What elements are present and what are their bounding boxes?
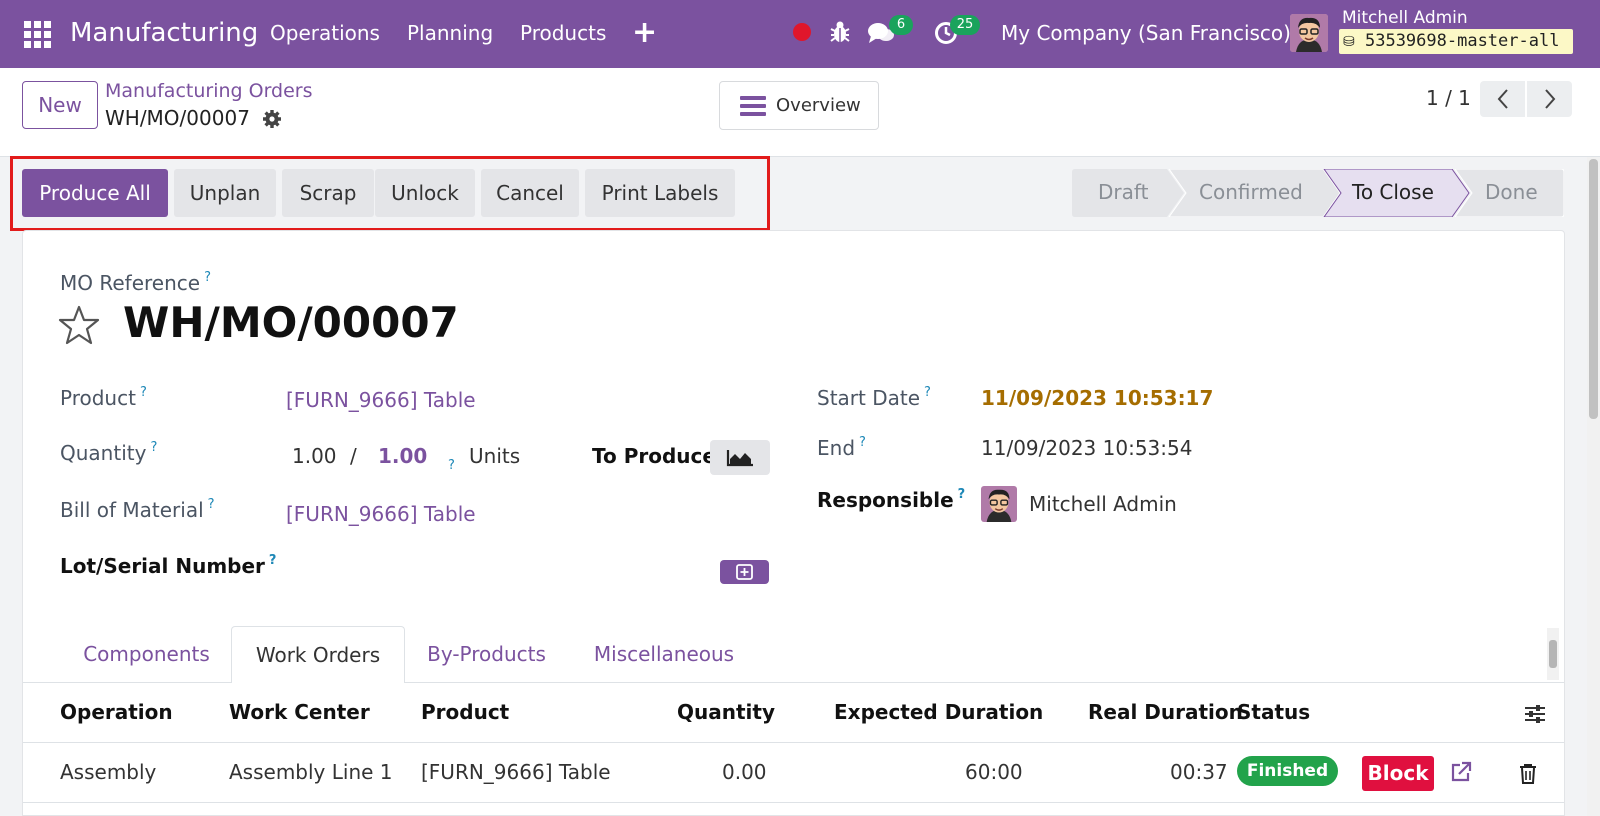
new-button[interactable]: New [22, 81, 98, 129]
hamburger-icon [740, 96, 766, 116]
pager-value[interactable]: 1 / 1 [1426, 86, 1471, 110]
help-tooltip-icon[interactable]: ? [924, 385, 931, 400]
column-quantity[interactable]: Quantity [677, 700, 775, 724]
star-icon[interactable] [58, 305, 100, 345]
column-operation[interactable]: Operation [60, 700, 173, 724]
help-tooltip-icon[interactable]: ? [204, 270, 211, 285]
help-tooltip-icon[interactable]: ? [958, 487, 966, 502]
database-tag: ⛁ 53539698-master-all [1339, 29, 1573, 54]
stage-done[interactable]: Done [1485, 180, 1538, 204]
responsible-field[interactable]: Mitchell Admin [1029, 492, 1177, 516]
overview-button[interactable]: Overview [719, 81, 879, 130]
stage-confirmed[interactable]: Confirmed [1199, 180, 1303, 204]
add-menu-icon[interactable]: + [632, 0, 657, 68]
forecast-report-button[interactable] [710, 440, 770, 475]
pager-previous-button[interactable] [1480, 81, 1525, 117]
chevron-right-icon [1544, 89, 1555, 109]
mo-reference-label: MO Reference? [60, 270, 211, 295]
activities-count-badge: 25 [950, 15, 980, 35]
column-real-duration[interactable]: Real Duration [1088, 700, 1243, 724]
page-scrollbar-thumb[interactable] [1589, 159, 1598, 419]
responsible-label: Responsible? [817, 487, 966, 512]
bug-icon[interactable] [829, 20, 851, 44]
messages-count-badge: 6 [889, 15, 913, 35]
breadcrumb-current: WH/MO/00007 [105, 106, 250, 130]
block-button[interactable]: Block [1362, 756, 1434, 791]
menu-planning[interactable]: Planning [407, 0, 493, 68]
database-name: 53539698-master-all [1364, 31, 1560, 51]
help-tooltip-icon[interactable]: ? [269, 553, 277, 568]
product-label: Product? [60, 385, 147, 410]
generate-lot-button[interactable] [720, 560, 769, 584]
end-date-field[interactable]: 11/09/2023 10:53:54 [981, 436, 1192, 460]
quantity-cell[interactable]: 0.00 [722, 760, 767, 784]
app-name[interactable]: Manufacturing [70, 0, 258, 68]
page-scrollbar[interactable] [1587, 157, 1600, 816]
company-switcher[interactable]: My Company (San Francisco) [1001, 0, 1291, 68]
uom-field[interactable]: Units [469, 444, 520, 468]
column-expected-duration[interactable]: Expected Duration [834, 700, 1043, 724]
user-name[interactable]: Mitchell Admin [1342, 8, 1468, 28]
gear-icon[interactable] [262, 109, 282, 129]
row-divider [23, 802, 1564, 803]
table-header-divider [23, 742, 1564, 743]
product-cell[interactable]: [FURN_9666] Table [421, 760, 611, 784]
tab-work-orders[interactable]: Work Orders [231, 626, 405, 683]
to-produce-label: To Produce [592, 444, 716, 468]
tab-scrollbar-thumb[interactable] [1549, 640, 1557, 668]
work-center-cell[interactable]: Assembly Line 1 [229, 760, 393, 784]
column-product[interactable]: Product [421, 700, 509, 724]
chevron-left-icon [1497, 89, 1508, 109]
stage-draft[interactable]: Draft [1098, 180, 1148, 204]
tab-miscellaneous[interactable]: Miscellaneous [579, 626, 749, 682]
help-tooltip-icon[interactable]: ? [150, 440, 157, 455]
menu-products[interactable]: Products [520, 0, 606, 68]
help-tooltip-icon[interactable]: ? [448, 458, 455, 473]
responsible-avatar [981, 486, 1017, 522]
optional-columns-icon[interactable] [1523, 703, 1547, 725]
quantity-separator: / [350, 444, 357, 468]
operation-cell[interactable]: Assembly [60, 760, 156, 784]
record-dot-icon[interactable] [793, 23, 811, 41]
real-duration-cell[interactable]: 00:37 [1170, 760, 1228, 784]
overview-label: Overview [776, 95, 861, 116]
bom-label: Bill of Material? [60, 497, 215, 522]
apps-menu-icon[interactable] [24, 21, 51, 48]
quantity-label: Quantity? [60, 440, 158, 465]
stage-to-close[interactable]: To Close [1352, 180, 1434, 204]
menu-operations[interactable]: Operations [270, 0, 380, 68]
trash-icon[interactable] [1518, 763, 1538, 785]
help-tooltip-icon[interactable]: ? [859, 435, 866, 450]
help-tooltip-icon[interactable]: ? [140, 385, 147, 400]
column-work-center[interactable]: Work Center [229, 700, 370, 724]
help-tooltip-icon[interactable]: ? [208, 497, 215, 512]
quantity-total-field[interactable]: 1.00 [378, 444, 427, 468]
product-field[interactable]: [FURN_9666] Table [286, 388, 476, 412]
user-avatar[interactable] [1290, 14, 1328, 52]
tab-by-products[interactable]: By-Products [410, 626, 563, 682]
end-label: End? [817, 435, 866, 460]
status-badge: Finished [1237, 756, 1338, 786]
column-status[interactable]: Status [1237, 700, 1310, 724]
pager-next-button[interactable] [1527, 81, 1572, 117]
start-date-label: Start Date? [817, 385, 931, 410]
bom-field[interactable]: [FURN_9666] Table [286, 502, 476, 526]
plus-square-icon [736, 564, 753, 580]
highlight-box [10, 156, 770, 231]
expected-duration-cell[interactable]: 60:00 [965, 760, 1023, 784]
quantity-produced-field[interactable]: 1.00 [292, 444, 337, 468]
lot-serial-label: Lot/Serial Number? [60, 553, 277, 578]
area-chart-icon [726, 450, 753, 467]
database-icon: ⛁ [1343, 34, 1355, 50]
mo-reference-title[interactable]: WH/MO/00007 [123, 298, 459, 347]
tab-scrollbar[interactable] [1547, 628, 1559, 680]
start-date-field[interactable]: 11/09/2023 10:53:17 [981, 386, 1213, 410]
top-navbar: Manufacturing Operations Planning Produc… [0, 0, 1600, 68]
breadcrumb-parent[interactable]: Manufacturing Orders [105, 80, 313, 102]
external-link-icon[interactable] [1450, 761, 1472, 783]
tab-components[interactable]: Components [60, 626, 233, 682]
